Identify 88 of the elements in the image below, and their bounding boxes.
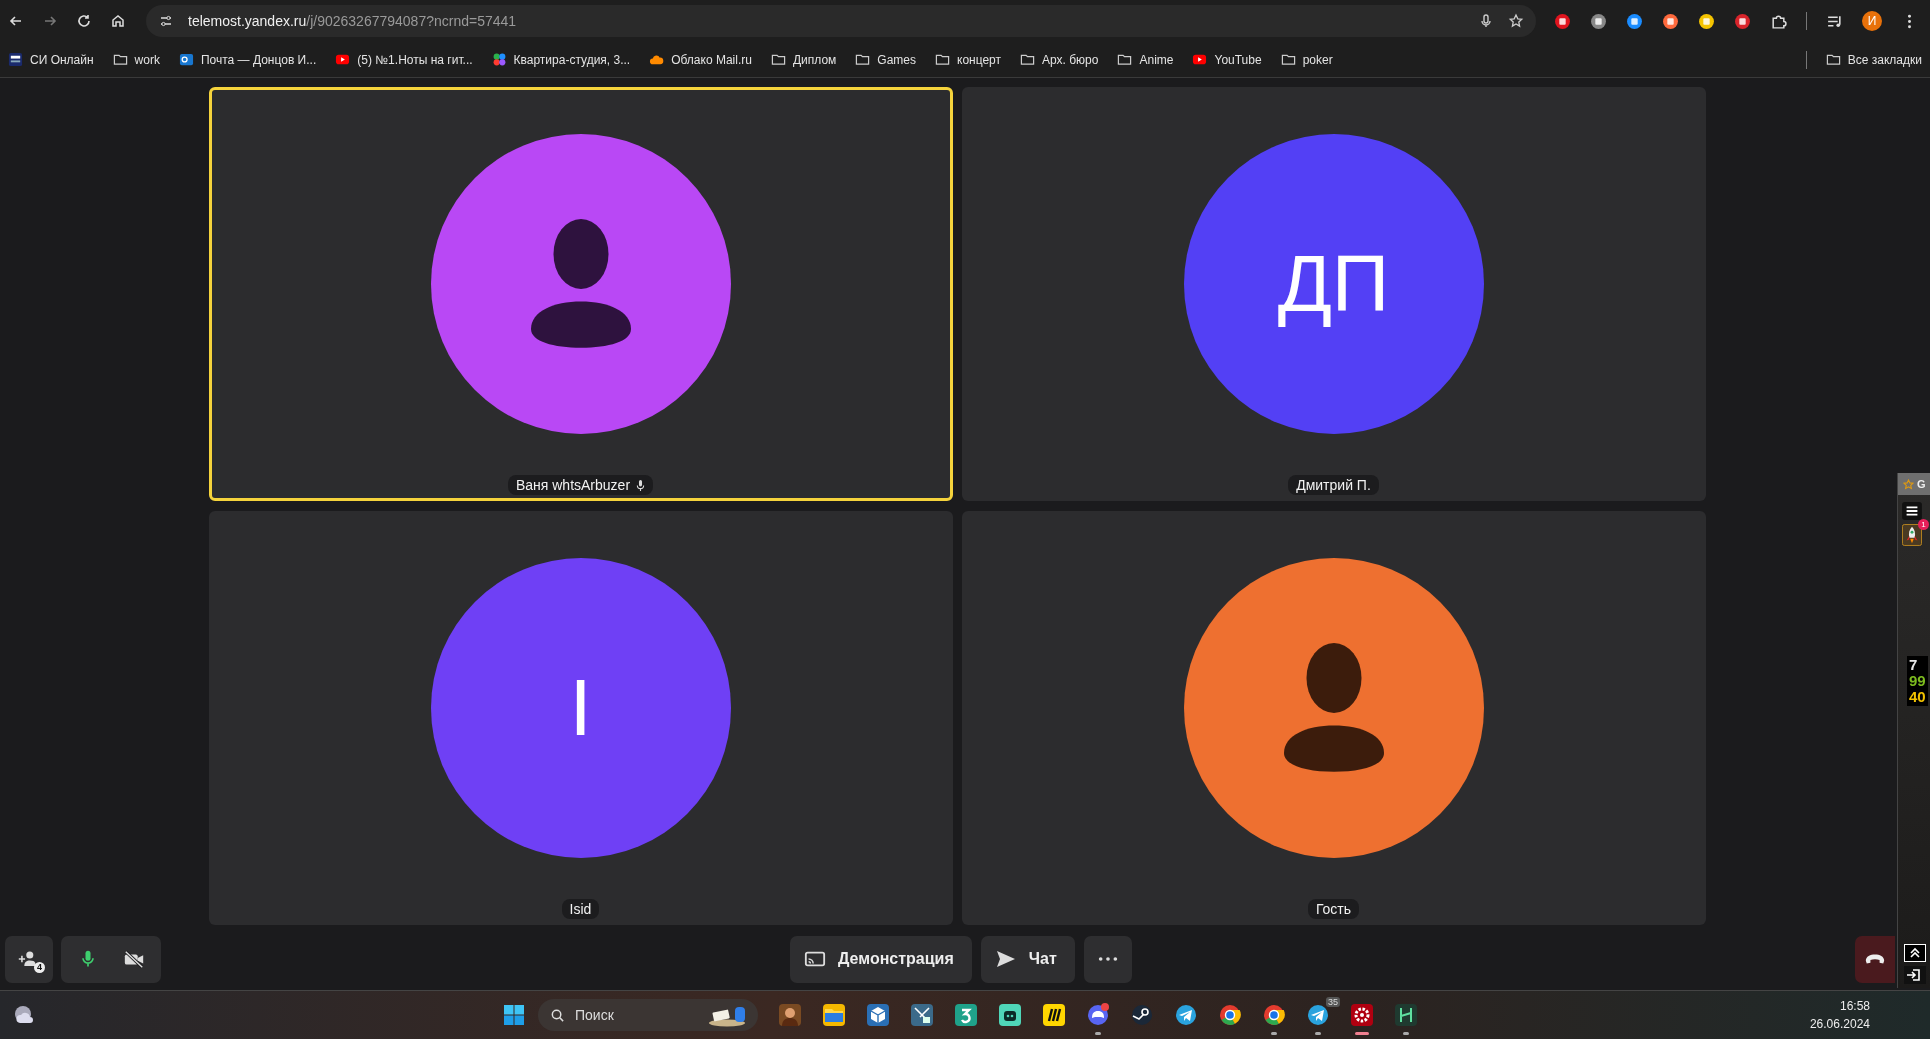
avatar-initials: I [569,662,592,754]
microphone-icon[interactable] [1478,13,1494,29]
bookmark[interactable]: poker [1280,52,1333,67]
folder-icon[interactable] [822,1003,846,1027]
participant-name: Isid [561,899,600,919]
taskbar-search-field[interactable]: Поиск [573,1006,698,1024]
url-path: /j/90263267794087?ncrnd=57441 [306,13,517,29]
stripes-app-icon[interactable] [1042,1003,1066,1027]
bookmark[interactable]: Облако Mail.ru [649,52,752,67]
extension-icon[interactable] [1734,12,1751,30]
extension-icon[interactable] [1554,12,1571,30]
home-icon[interactable] [110,13,126,29]
all-bookmarks[interactable]: Все закладки [1825,52,1922,67]
star-icon[interactable] [1508,13,1524,29]
clock-date: 26.06.2024 [1809,1017,1870,1031]
cube-app-icon[interactable] [866,1003,890,1027]
participant-name: Дмитрий П. [1288,475,1379,495]
avatar-initials: ДП [1277,238,1390,330]
robot-app-icon[interactable] [998,1003,1022,1027]
taskbar-search-box[interactable]: Поиск [538,999,758,1031]
camera-icon [123,949,145,969]
bookmark[interactable]: Anime [1117,52,1174,67]
play-icon [1192,52,1208,67]
extension-icon[interactable] [1626,12,1643,30]
menu-icon[interactable] [1902,502,1922,520]
play-icon [335,52,351,67]
gear-app-icon[interactable] [1350,1003,1374,1027]
chat-button[interactable]: Чат [980,935,1075,983]
overlay-title: G [1917,478,1926,490]
folder-icon [770,52,786,67]
bookmark[interactable]: Арх. бюро [1020,52,1099,67]
paper-plane-icon[interactable] [1306,1003,1330,1027]
site-icon [8,52,23,67]
exit-icon[interactable] [1904,966,1926,984]
extension-icon[interactable] [1662,12,1679,30]
counter: 7 [1909,657,1918,673]
screen-share-icon [804,949,826,969]
participant-name: Гость [1307,899,1360,919]
bookmark[interactable]: концерт [935,52,1002,67]
counter: 40 [1909,689,1926,705]
bookmark[interactable]: work [112,52,160,67]
search-icon [550,1007,565,1023]
folder-icon [1117,52,1133,67]
app-icon[interactable] [954,1003,978,1027]
bookmark[interactable]: Почта — Донцов И... [178,52,317,67]
extension-icon[interactable] [1698,12,1715,30]
bookmark[interactable]: Квартира-студия, 3... [491,52,631,67]
paper-plane-icon[interactable] [1174,1003,1198,1027]
bookmark[interactable]: Диплом [770,52,837,67]
folder-icon [855,52,871,67]
game-portrait-icon[interactable] [778,1003,802,1027]
puzzle-icon[interactable] [1770,12,1787,30]
dots-icon [491,52,507,67]
url-host: telemost.yandex.ru [188,13,307,29]
unread-count: 35 [1326,997,1340,1007]
windows-logo-icon[interactable] [502,1003,526,1027]
reload-icon[interactable] [76,13,92,29]
folder-icon [1280,52,1296,67]
folder-icon [112,52,128,67]
bookmark[interactable]: YouTube [1192,52,1262,67]
browser-icon[interactable] [1218,1003,1242,1027]
browser-icon[interactable] [1262,1003,1286,1027]
add-participant-button[interactable]: 4 [5,935,53,983]
app-icon[interactable] [1394,1003,1418,1027]
screen-share-button[interactable]: Демонстрация [790,935,972,983]
paper-plane-icon [994,949,1017,969]
folder-icon [1825,52,1841,67]
person-silhouette-icon [530,219,631,349]
hang-up-button[interactable] [1855,935,1895,983]
bookmark[interactable]: (5) №1.Ноты на гит... [335,52,473,67]
clock-time: 16:58 [1839,999,1870,1013]
bookmark[interactable]: Games [855,52,916,67]
participant-name: Ваня whtsArbuzer [507,475,654,495]
mail-icon [178,52,194,67]
bookmark[interactable]: СИ Онлайн [8,52,94,67]
folder-icon [935,52,950,67]
address-bar[interactable]: telemost.yandex.ru/j/90263267794087?ncrnd=57441 [146,5,1536,37]
counter: 99 [1909,673,1926,689]
person-silhouette-icon [1283,643,1384,773]
more-icon [1096,956,1119,962]
star-icon [1903,478,1914,490]
folder-icon [1020,52,1036,67]
notification-badge: 1 [1918,519,1929,530]
participant-count: 4 [34,961,45,973]
chevrons-up-icon[interactable] [1904,944,1926,962]
drafting-app-icon[interactable] [910,1003,934,1027]
extension-icon[interactable] [1590,12,1607,30]
site-settings-icon[interactable] [158,13,174,29]
